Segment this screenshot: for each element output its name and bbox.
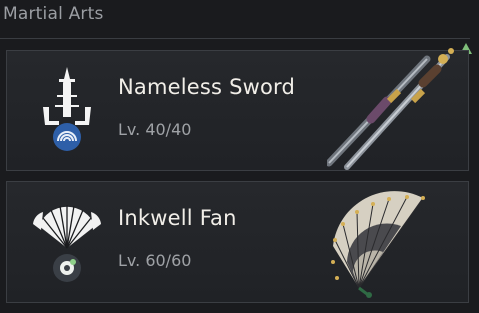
martial-art-level: Lv. 60/60 [118, 251, 192, 270]
sword-illustration [327, 48, 454, 170]
fan-emblem-icon [33, 205, 101, 282]
martial-art-level: Lv. 40/40 [118, 120, 192, 139]
martial-art-name: Nameless Sword [118, 75, 296, 99]
martial-art-name: Inkwell Fan [118, 206, 237, 230]
section-title: Martial Arts [3, 4, 104, 24]
fan-illustration [331, 191, 425, 298]
martial-art-card-inkwell-fan[interactable]: Inkwell Fan Lv. 60/60 [6, 181, 469, 303]
sword-emblem-icon [43, 67, 91, 151]
martial-art-card-nameless-sword[interactable]: Nameless Sword Lv. 40/40 [6, 48, 469, 171]
